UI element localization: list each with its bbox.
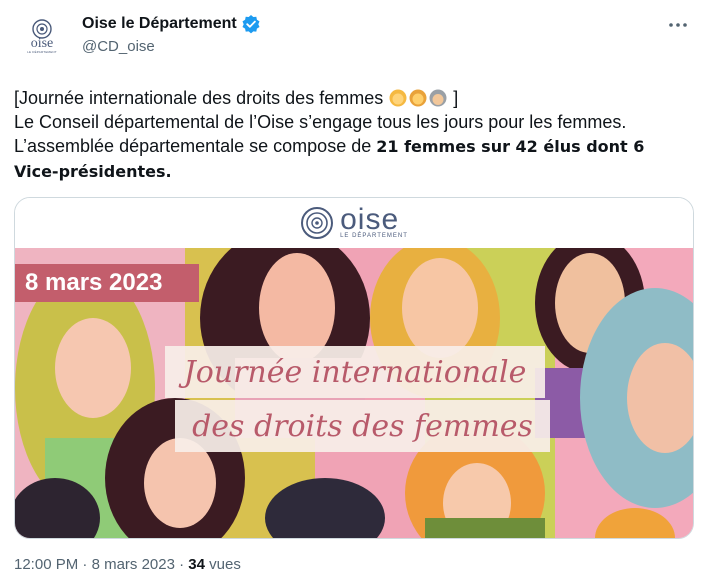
tweet-body-end: . bbox=[165, 162, 172, 181]
tweet-line-1-prefix: [Journée internationale des droits des f… bbox=[14, 88, 384, 108]
title-banner-line2: des droits des femmes bbox=[175, 400, 550, 452]
views-count: 34 bbox=[188, 556, 205, 573]
tweet-media-image[interactable]: oise LE DÉPARTEMENT 8 mars 2023 Journée … bbox=[14, 197, 694, 539]
tweet-line-1-suffix: ] bbox=[453, 88, 459, 108]
title-line-2: des droits des femmes bbox=[192, 408, 533, 444]
more-options-icon[interactable] bbox=[667, 14, 689, 36]
avatar[interactable]: oise LE DÉPARTEMENT bbox=[20, 14, 64, 58]
date-badge-text: 8 mars 2023 bbox=[25, 269, 163, 296]
separator: · bbox=[179, 556, 185, 573]
account-name[interactable]: Oise le Département bbox=[82, 15, 237, 33]
title-banner-line1: Journée internationale bbox=[165, 346, 545, 398]
account-name-row: Oise le Département bbox=[82, 14, 261, 34]
brand-wordmark: oise bbox=[340, 203, 400, 236]
woman-emoji-icon bbox=[389, 89, 407, 107]
woman-emoji-icon bbox=[409, 89, 427, 107]
tweet-line-1: [Journée internationale des droits des f… bbox=[14, 86, 694, 110]
tweet-date[interactable]: 8 mars 2023 bbox=[92, 556, 175, 573]
tweet-time[interactable]: 12:00 PM bbox=[14, 556, 78, 573]
separator: · bbox=[82, 556, 88, 573]
media-brand-header: oise LE DÉPARTEMENT bbox=[15, 198, 693, 248]
tweet-footer: 12:00 PM · 8 mars 2023 · 34 vues bbox=[14, 556, 241, 573]
avatar-subtitle: LE DÉPARTEMENT bbox=[27, 50, 57, 54]
verified-badge-icon bbox=[242, 15, 260, 34]
title-line-1: Journée internationale bbox=[183, 354, 527, 390]
oise-logo-icon bbox=[301, 207, 334, 239]
older-woman-emoji-icon bbox=[429, 89, 447, 107]
brand-subtitle: LE DÉPARTEMENT bbox=[340, 233, 408, 239]
views-label: vues bbox=[209, 556, 241, 573]
tweet-body: Le Conseil départemental de l’Oise s’eng… bbox=[14, 110, 694, 184]
tweet-text: [Journée internationale des droits des f… bbox=[14, 86, 694, 184]
date-badge: 8 mars 2023 bbox=[15, 264, 199, 302]
avatar-wordmark: oise bbox=[30, 36, 54, 51]
account-handle[interactable]: @CD_oise bbox=[82, 38, 155, 55]
oise-brand: oise LE DÉPARTEMENT bbox=[300, 203, 408, 240]
